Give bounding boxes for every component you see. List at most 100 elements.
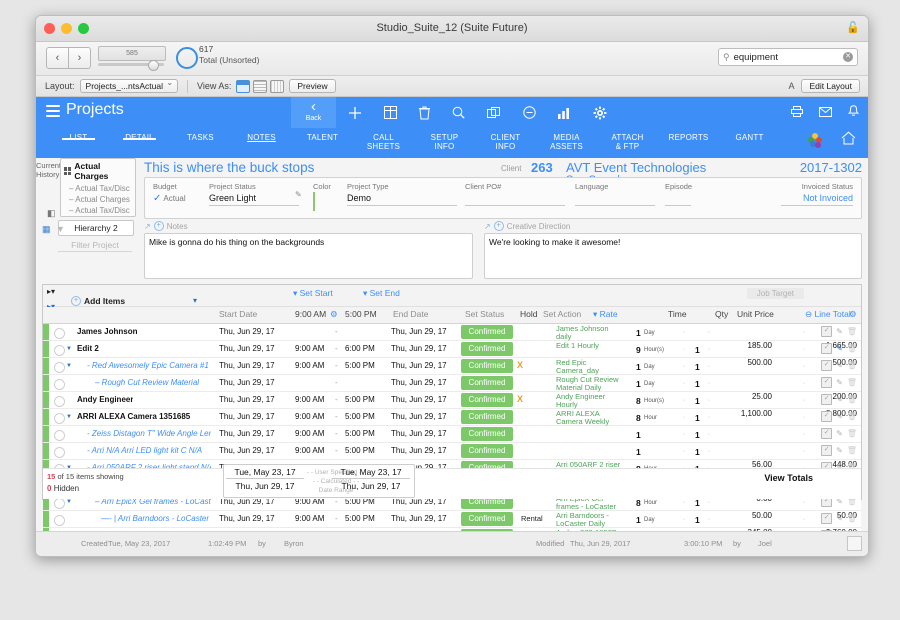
row-status-badge[interactable]: Confirmed <box>461 512 513 526</box>
view-totals-button[interactable]: View Totals <box>764 473 813 483</box>
row-qty[interactable]: 1 <box>695 498 700 508</box>
row-item-name[interactable]: ARRI ALEXA Camera 1351685 <box>77 412 190 421</box>
table-row[interactable]: Andy Engineer Thu, Jun 29, 17 9:00 AM -5:00… <box>43 392 861 409</box>
rail-item-actual-tax-disc-1[interactable]: – Actual Tax/Disc <box>61 183 135 194</box>
row-status-badge[interactable]: Confirmed <box>461 393 513 407</box>
row-item-name[interactable]: James Johnson <box>77 327 137 336</box>
row-status-badge[interactable]: Confirmed <box>461 410 513 424</box>
row-actions[interactable]: ✓✎ 🗑 <box>821 326 857 337</box>
add-items-button[interactable]: + Add Items <box>71 296 125 306</box>
resize-handle[interactable] <box>847 536 862 551</box>
th-set-status[interactable]: Set Status <box>465 309 504 319</box>
row-end-date[interactable]: Thu, Jun 29, 17 <box>391 429 447 438</box>
hierarchy-selector[interactable]: Hierarchy 2 <box>58 220 134 236</box>
row-end-date[interactable]: Thu, Jun 29, 17 <box>391 361 447 370</box>
row-gear-icon[interactable] <box>54 413 65 424</box>
set-end-button[interactable]: ▾ Set End <box>363 288 400 299</box>
notes-box[interactable]: Mike is gonna do his thing on the backgr… <box>144 233 473 279</box>
tab-list[interactable]: LIST <box>48 128 109 142</box>
row-status-badge[interactable]: Confirmed <box>461 444 513 458</box>
row-start-date[interactable]: Thu, Jun 29, 17 <box>219 361 275 370</box>
th-unit-price[interactable]: Unit Price <box>737 309 774 319</box>
tab-tasks[interactable]: TASKS <box>170 128 231 142</box>
episode-value[interactable] <box>665 193 691 206</box>
table-icon[interactable] <box>384 106 397 119</box>
row-end-date[interactable]: Thu, Jun 29, 17 <box>391 378 447 387</box>
clear-search-icon[interactable]: ✕ <box>843 52 853 62</box>
table-row[interactable]: ▼ ARRI ALEXA Camera 1351685 Thu, Jun 29, 1… <box>43 409 861 426</box>
row-checkbox[interactable]: ✓ <box>821 428 833 439</box>
rail-item-actual-charges[interactable]: – Actual Charges <box>61 194 135 205</box>
row-end-date[interactable]: Thu, Jun 29, 17 <box>391 344 447 353</box>
row-actions[interactable]: ✓✎ 🗑 <box>821 445 857 456</box>
lock-icon[interactable]: 🔓 <box>846 21 860 34</box>
chart-icon[interactable]: ▦ <box>42 224 51 235</box>
previous-record-button[interactable]: ‹ <box>46 47 69 69</box>
add-note-icon[interactable]: + <box>153 221 164 231</box>
row-start-time[interactable]: 9:00 AM <box>295 446 324 455</box>
row-item-name[interactable]: - Arri N/A Arri LED light kit C N/A <box>87 446 202 455</box>
table-row[interactable]: —- | Arri Barndoors - LoCaster Thu, Jun 2… <box>43 511 861 528</box>
table-row[interactable]: - Arri N/A Arri LED light kit C N/A Thu, … <box>43 443 861 460</box>
row-time-qty[interactable]: 9 <box>636 345 641 355</box>
row-expand-icon[interactable]: ▼ <box>66 346 72 352</box>
row-end-date[interactable]: Thu, Jun 29, 17 <box>391 412 447 421</box>
row-end-date[interactable]: Thu, Jun 29, 17 <box>391 446 447 455</box>
budget-value[interactable]: ✓ Actual <box>153 193 199 206</box>
row-end-time[interactable]: 5:00 PM <box>345 446 375 455</box>
row-status-badge[interactable]: Confirmed <box>461 427 513 441</box>
window-controls[interactable] <box>44 23 89 34</box>
search-icon[interactable] <box>452 106 465 119</box>
minus-circle-icon[interactable] <box>523 106 536 119</box>
row-qty[interactable]: 1 <box>695 362 700 372</box>
row-qty[interactable]: 1 <box>695 345 700 355</box>
row-start-date[interactable]: Thu, Jun 29, 17 <box>219 344 275 353</box>
duplicate-icon[interactable] <box>487 106 501 119</box>
next-record-button[interactable]: › <box>69 47 91 69</box>
layout-select[interactable]: Projects_...ntsActual <box>79 78 179 93</box>
row-end-time[interactable]: 5:00 PM <box>345 514 375 523</box>
edit-layout-button[interactable]: Edit Layout <box>801 79 860 93</box>
row-unit-price[interactable]: 500.00 <box>732 358 772 367</box>
row-start-date[interactable]: Thu, Jun 29, 17 <box>219 429 275 438</box>
row-actions[interactable]: ✓✎ 🗑 <box>821 411 857 422</box>
record-number-field[interactable]: 585 <box>98 46 166 61</box>
expand-icon[interactable]: ↗ <box>484 222 491 231</box>
view-table-icon[interactable] <box>270 79 285 93</box>
th-time-end[interactable]: 5:00 PM <box>345 309 377 319</box>
row-warning-icon[interactable]: X <box>517 394 523 404</box>
row-start-time[interactable]: 9:00 AM <box>295 395 324 404</box>
collapse-all-icon[interactable]: ▸▾ <box>47 287 55 296</box>
tab-detail[interactable]: DETAIL <box>109 128 170 142</box>
row-actions[interactable]: ✓✎ 🗑 <box>821 343 857 354</box>
rail-item-actual-tax-disc-2[interactable]: – Actual Tax/Disc <box>61 205 135 216</box>
tab-media-assets[interactable]: MEDIA ASSETS <box>536 128 597 151</box>
row-delete-icon[interactable]: 🗑 <box>847 429 857 438</box>
row-gear-icon[interactable] <box>54 396 65 407</box>
row-status-badge[interactable]: Confirmed <box>461 342 513 356</box>
th-set-action[interactable]: Set Action <box>543 309 581 319</box>
table-row[interactable]: James Johnson Thu, Jun 29, 17 - Thu, Jun 29… <box>43 324 861 341</box>
edit-pencil-icon[interactable]: ✎ <box>295 190 302 199</box>
row-checkbox[interactable]: ✓ <box>821 343 833 354</box>
row-time-qty[interactable]: 1 <box>636 362 641 372</box>
th-hold[interactable]: Hold <box>520 309 537 319</box>
row-item-name[interactable]: - Zeiss Distagon T" Wide Angle Lens 3548… <box>87 429 211 438</box>
row-start-date[interactable]: Thu, Jun 29, 17 <box>219 378 275 387</box>
row-edit-icon[interactable]: ✎ <box>836 446 843 455</box>
row-start-time[interactable]: 9:00 AM <box>295 429 324 438</box>
column-settings-icon[interactable]: ⚙ <box>849 309 857 320</box>
client-number[interactable]: 263 <box>531 160 553 175</box>
row-edit-icon[interactable]: ✎ <box>836 327 843 336</box>
back-button[interactable]: ‹ Back <box>291 97 336 128</box>
row-edit-icon[interactable]: ✎ <box>836 429 843 438</box>
search-input[interactable]: ⚲ equipment ✕ <box>718 48 858 66</box>
row-start-date[interactable]: Thu, Jun 29, 17 <box>219 446 275 455</box>
row-start-time[interactable]: 9:00 AM <box>295 361 324 370</box>
row-delete-icon[interactable]: 🗑 <box>847 412 857 421</box>
row-edit-icon[interactable]: ✎ <box>836 344 843 353</box>
row-start-date[interactable]: Thu, Jun 29, 17 <box>219 514 275 523</box>
row-qty[interactable]: 1 <box>695 379 700 389</box>
row-qty[interactable]: 1 <box>695 447 700 457</box>
row-end-date[interactable]: Thu, Jun 29, 17 <box>391 514 447 523</box>
